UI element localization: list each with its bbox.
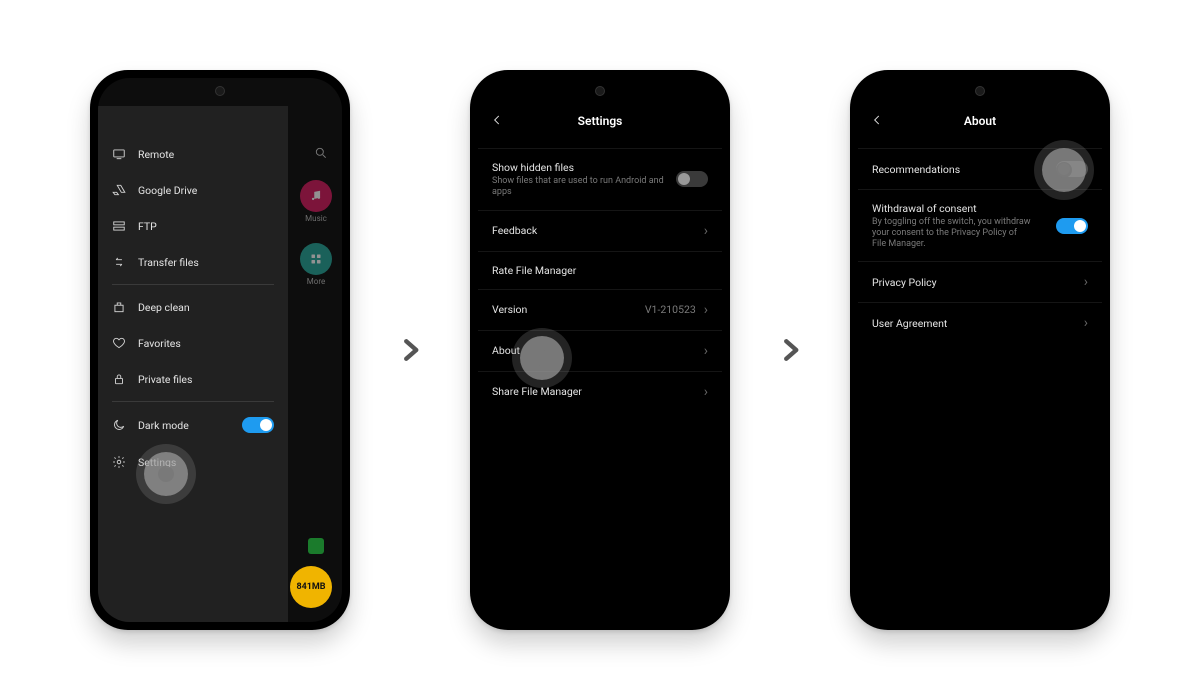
row-label: Show hidden files xyxy=(492,161,676,174)
row-feedback[interactable]: Feedback › xyxy=(478,210,722,251)
phone-frame-2: Settings Show hidden files Show files th… xyxy=(470,70,730,630)
row-label: About xyxy=(492,344,520,357)
consent-toggle[interactable] xyxy=(1056,218,1088,234)
gdrive-icon xyxy=(112,183,126,197)
phone-frame-1: Music More 841MB Remote Google Drive xyxy=(90,70,350,630)
drawer-label: Private files xyxy=(138,373,192,386)
drawer-item-ftp[interactable]: FTP xyxy=(98,208,288,244)
app-music-label: Music xyxy=(305,214,327,223)
page-title: About xyxy=(964,114,996,128)
search-icon[interactable] xyxy=(314,146,328,163)
cleaner-icon xyxy=(112,300,126,314)
row-label: Rate File Manager xyxy=(492,264,576,277)
row-label: Privacy Policy xyxy=(872,276,937,289)
chevron-right-icon: › xyxy=(704,384,708,400)
row-label: Withdrawal of consent xyxy=(872,202,1032,215)
app-more-icon[interactable] xyxy=(300,243,332,275)
drawer-item-transfer[interactable]: Transfer files xyxy=(98,244,288,280)
ftp-icon xyxy=(112,219,126,233)
row-recommendations[interactable]: Recommendations xyxy=(858,148,1102,189)
drawer-item-darkmode[interactable]: Dark mode xyxy=(98,406,288,444)
drawer-label: Settings xyxy=(138,456,176,469)
drawer-label: Google Drive xyxy=(138,184,197,197)
app-music-icon[interactable] xyxy=(300,180,332,212)
row-label: User Agreement xyxy=(872,317,947,330)
back-button[interactable] xyxy=(870,113,884,130)
drawer-label: FTP xyxy=(138,220,157,233)
chevron-right-icon xyxy=(392,332,428,368)
lock-icon xyxy=(112,372,126,386)
recommendations-toggle[interactable] xyxy=(1056,161,1088,177)
gear-icon xyxy=(112,455,126,469)
darkmode-toggle[interactable] xyxy=(242,417,274,433)
version-value: V1-210523 xyxy=(645,303,696,316)
row-hidden-files[interactable]: Show hidden files Show files that are us… xyxy=(478,148,722,210)
drawer-item-gdrive[interactable]: Google Drive xyxy=(98,172,288,208)
nav-drawer: Remote Google Drive FTP Transfer files D… xyxy=(98,106,288,622)
row-version[interactable]: Version V1-210523 › xyxy=(478,289,722,330)
chevron-right-icon xyxy=(772,332,808,368)
row-sub: By toggling off the switch, you withdraw… xyxy=(872,217,1032,249)
storage-badge[interactable]: 841MB xyxy=(290,566,332,608)
row-rate[interactable]: Rate File Manager xyxy=(478,251,722,289)
drawer-label: Remote xyxy=(138,148,174,161)
drawer-label: Dark mode xyxy=(138,419,189,432)
heart-icon xyxy=(112,336,126,350)
row-privacy-policy[interactable]: Privacy Policy › xyxy=(858,261,1102,302)
chevron-right-icon: › xyxy=(1084,274,1088,290)
hidden-files-toggle[interactable] xyxy=(676,171,708,187)
drawer-item-favorites[interactable]: Favorites xyxy=(98,325,288,361)
app-more-label: More xyxy=(307,277,325,286)
chevron-right-icon: › xyxy=(704,223,708,239)
drawer-label: Deep clean xyxy=(138,301,190,314)
page-title: Settings xyxy=(578,114,623,128)
row-label: Share File Manager xyxy=(492,385,582,398)
phone-frame-3: About Recommendations Withdrawal of cons… xyxy=(850,70,1110,630)
row-withdraw-consent[interactable]: Withdrawal of consent By toggling off th… xyxy=(858,189,1102,261)
chevron-right-icon: › xyxy=(704,302,708,318)
drawer-label: Favorites xyxy=(138,337,181,350)
screen-3: About Recommendations Withdrawal of cons… xyxy=(858,78,1102,622)
cleaner-banner[interactable] xyxy=(308,538,324,554)
row-about[interactable]: About › xyxy=(478,330,722,371)
chevron-right-icon: › xyxy=(704,343,708,359)
screen-2: Settings Show hidden files Show files th… xyxy=(478,78,722,622)
drawer-item-deepclean[interactable]: Deep clean xyxy=(98,289,288,325)
remote-icon xyxy=(112,147,126,161)
row-label: Feedback xyxy=(492,224,537,237)
drawer-item-private[interactable]: Private files xyxy=(98,361,288,397)
screen-1: Music More 841MB Remote Google Drive xyxy=(98,78,342,622)
drawer-item-settings[interactable]: Settings xyxy=(98,444,288,480)
row-label: Recommendations xyxy=(872,163,960,176)
row-share[interactable]: Share File Manager › xyxy=(478,371,722,412)
moon-icon xyxy=(112,418,126,432)
row-sub: Show files that are used to run Android … xyxy=(492,176,676,198)
drawer-label: Transfer files xyxy=(138,256,199,269)
drawer-item-remote[interactable]: Remote xyxy=(98,136,288,172)
row-label: Version xyxy=(492,303,527,316)
back-button[interactable] xyxy=(490,113,504,130)
transfer-icon xyxy=(112,255,126,269)
row-user-agreement[interactable]: User Agreement › xyxy=(858,302,1102,343)
chevron-right-icon: › xyxy=(1084,315,1088,331)
